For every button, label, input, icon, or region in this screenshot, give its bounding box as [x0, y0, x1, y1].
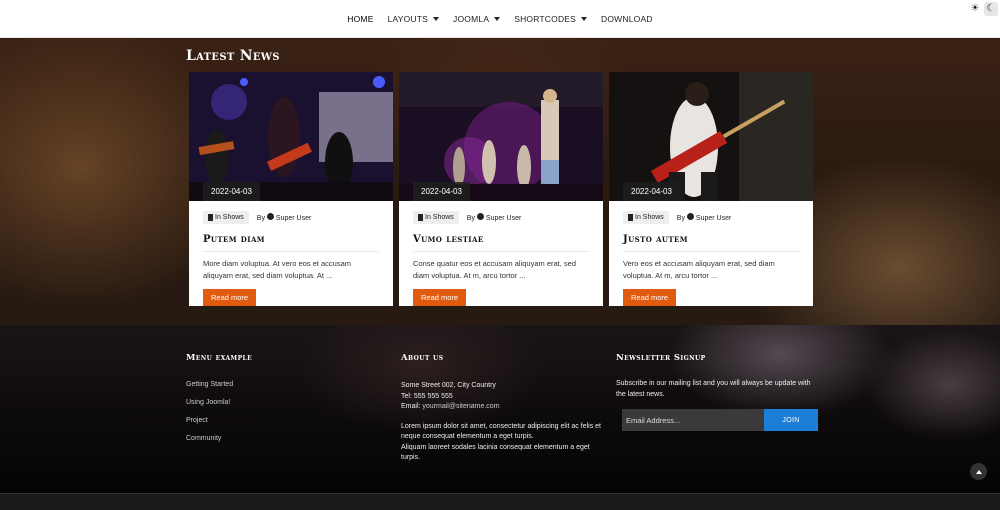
newsletter-text: Subscribe in our mailing list and you wi… — [616, 380, 811, 398]
footer-link[interactable]: Project — [186, 417, 252, 424]
footer-newsletter: Newsletter Signup Subscribe in our maili… — [616, 353, 821, 431]
date-badge: 2022-04-03 — [413, 182, 470, 201]
user-icon — [266, 213, 274, 220]
email-line: Email: yourmail@sitename.com — [401, 402, 606, 413]
read-more-button[interactable]: Read more — [623, 289, 677, 306]
nav-label: LAYOUTS — [387, 13, 429, 24]
card-excerpt: Vero eos et accusam aliquyam erat, sed d… — [623, 259, 775, 280]
read-more-button[interactable]: Read more — [413, 289, 467, 306]
card-title[interactable]: Putem diam — [203, 234, 379, 252]
caret-down-icon — [433, 16, 440, 21]
caret-down-icon — [581, 16, 588, 21]
nav-item-download[interactable]: DOWNLOAD — [594, 14, 660, 24]
document-icon — [628, 214, 633, 221]
footer-link[interactable]: Using Joomla! — [186, 399, 252, 406]
footer-heading: Newsletter Signup — [616, 353, 706, 363]
user-icon — [476, 213, 484, 220]
top-navbar: HOME LAYOUTS JOOMLA SHORTCODES DOWNLOAD … — [0, 0, 1000, 38]
user-icon — [686, 213, 694, 220]
news-card: 2022-04-03 In Shows By Super User Putem … — [189, 72, 393, 306]
card-image[interactable]: 2022-04-03 — [399, 72, 603, 201]
caret-down-icon — [494, 16, 501, 21]
footer-menu: Menu example Getting Started Using Jooml… — [186, 353, 252, 453]
footer-link[interactable]: Community — [186, 435, 252, 442]
chevron-up-icon — [975, 469, 982, 474]
category-badge[interactable]: In Shows — [203, 211, 249, 224]
phone: Tel: 555 555 555 — [401, 392, 453, 400]
category-badge[interactable]: In Shows — [623, 211, 669, 224]
footer-heading: About us — [401, 353, 444, 363]
nav-label: DOWNLOAD — [601, 13, 653, 24]
latest-news-section: Latest News 2022-04-03 In Shows By Super… — [0, 38, 1000, 325]
document-icon — [208, 214, 213, 221]
card-meta: In Shows By Super User — [413, 211, 589, 224]
footer-about: About us Some Street 002, City Country T… — [401, 353, 606, 464]
moon-icon[interactable]: ☾ — [984, 2, 998, 16]
date-badge: 2022-04-03 — [623, 182, 680, 201]
nav-item-shortcodes[interactable]: SHORTCODES — [507, 14, 594, 24]
email-link[interactable]: yourmail@sitename.com — [422, 403, 499, 410]
about-paragraph: Aliquam laoreet sodales lacinia consequa… — [401, 443, 590, 462]
category-badge[interactable]: In Shows — [413, 211, 459, 224]
author: By Super User — [466, 213, 522, 222]
document-icon — [418, 214, 423, 221]
card-title[interactable]: Justo autem — [623, 234, 799, 252]
nav-item-home[interactable]: HOME — [340, 14, 380, 24]
back-to-top-button[interactable] — [970, 463, 987, 480]
card-meta: In Shows By Super User — [623, 211, 799, 224]
join-button[interactable]: JOIN — [764, 409, 818, 431]
by-label: By — [466, 215, 475, 222]
card-meta: In Shows By Super User — [203, 211, 379, 224]
sun-icon[interactable]: ☀ — [968, 2, 982, 16]
section-title: Latest News — [186, 48, 280, 64]
footer: Menu example Getting Started Using Jooml… — [0, 325, 1000, 493]
author-name: Super User — [695, 215, 732, 222]
footer-heading: Menu example — [186, 353, 253, 363]
author: By Super User — [256, 213, 312, 222]
footer-link[interactable]: Getting Started — [186, 381, 252, 388]
by-label: By — [256, 215, 265, 222]
news-card: 2022-04-03 In Shows By Super User Vumo l… — [399, 72, 603, 306]
category-label: In Shows — [215, 214, 244, 221]
author-name: Super User — [485, 215, 522, 222]
card-excerpt: Conse quatur eos et accusam aliquyam era… — [413, 259, 577, 280]
card-image[interactable]: 2022-04-03 — [609, 72, 813, 201]
main-menu: HOME LAYOUTS JOOMLA SHORTCODES DOWNLOAD — [340, 14, 659, 24]
author: By Super User — [676, 213, 732, 222]
date-badge: 2022-04-03 — [203, 182, 260, 201]
card-excerpt: More diam voluptua. At vero eos et accus… — [203, 259, 351, 280]
nav-item-layouts[interactable]: LAYOUTS — [381, 14, 446, 24]
author-name: Super User — [275, 215, 312, 222]
card-image[interactable]: 2022-04-03 — [189, 72, 393, 201]
address: Some Street 002, City Country — [401, 382, 496, 389]
nav-label: HOME — [347, 13, 374, 24]
email-label: Email: — [401, 403, 421, 410]
card-title[interactable]: Vumo lestiae — [413, 234, 589, 252]
email-input[interactable] — [622, 409, 764, 431]
theme-toggle: ☀ ☾ — [968, 2, 998, 16]
news-card: 2022-04-03 In Shows By Super User Justo … — [609, 72, 813, 306]
nav-item-joomla[interactable]: JOOMLA — [446, 14, 507, 24]
about-paragraph: Lorem ipsum dolor sit amet, consectetur … — [401, 422, 601, 441]
category-label: In Shows — [425, 214, 454, 221]
by-label: By — [676, 215, 685, 222]
bottom-bar — [0, 493, 1000, 510]
category-label: In Shows — [635, 214, 664, 221]
nav-label: JOOMLA — [453, 13, 490, 24]
read-more-button[interactable]: Read more — [203, 289, 257, 306]
nav-label: SHORTCODES — [514, 13, 577, 24]
newsletter-form: JOIN — [622, 409, 821, 431]
